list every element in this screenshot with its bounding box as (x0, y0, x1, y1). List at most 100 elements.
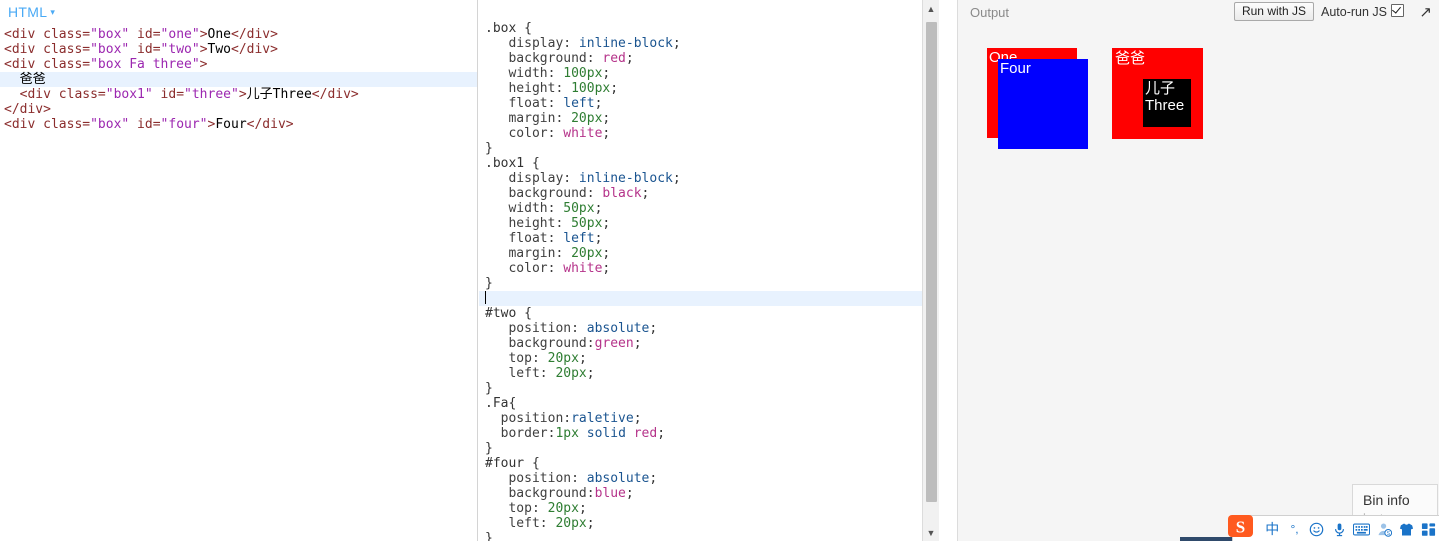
ime-item-voice-input[interactable] (1328, 517, 1350, 541)
ime-item-emoji-picker[interactable] (1306, 517, 1328, 541)
code-token: ; (594, 96, 603, 111)
code-token: id= (129, 42, 161, 57)
code-line[interactable]: border:1px solid red; (485, 426, 939, 441)
code-token: Two (207, 42, 231, 57)
code-token: border: (485, 426, 556, 441)
microphone-icon (1334, 523, 1344, 536)
ime-item-lang-toggle-chinese[interactable]: 中 (1261, 517, 1283, 541)
code-line[interactable]: top: 20px; (485, 351, 939, 366)
code-line[interactable]: float: left; (485, 96, 939, 111)
bin-info-title: Bin info (1363, 492, 1410, 508)
code-line[interactable]: } (485, 141, 939, 156)
code-line[interactable]: width: 50px; (485, 201, 939, 216)
scroll-down-arrow-icon[interactable]: ▼ (923, 524, 939, 541)
code-token: 儿子Three (246, 87, 312, 102)
auto-run-js-checkbox[interactable] (1391, 4, 1404, 17)
code-line[interactable]: #two { (485, 306, 939, 321)
svg-text:S: S (1236, 518, 1245, 537)
code-line[interactable]: position: absolute; (485, 321, 939, 336)
sogou-ime-toolbar[interactable]: 中 °, S (1232, 515, 1439, 541)
toolbox-grid-icon (1422, 522, 1436, 536)
code-token: 100px (571, 81, 611, 96)
code-line[interactable]: <div class="box" id="one">One</div> (4, 27, 477, 42)
code-token: "two" (160, 42, 200, 57)
code-line[interactable]: background: black; (485, 186, 939, 201)
code-token: width: (485, 201, 564, 216)
run-with-js-button[interactable]: Run with JS (1233, 2, 1314, 21)
code-line[interactable]: position:raletive; (485, 411, 939, 426)
rendered-box-four-label: Four (1000, 60, 1031, 77)
code-line[interactable]: </div> (4, 102, 477, 117)
rendered-box-three-label: 儿子Three (1145, 80, 1185, 114)
punctuation-icon: °, (1290, 522, 1299, 536)
ime-item-user-account[interactable]: S (1373, 517, 1395, 541)
code-line[interactable]: <div class="box1" id="three">儿子Three</di… (4, 87, 477, 102)
code-token: position: (485, 321, 587, 336)
ime-item-toolbox-menu[interactable] (1418, 517, 1439, 541)
code-token: ; (594, 231, 603, 246)
code-token: display: (485, 36, 579, 51)
output-panel: Output Run with JS Auto-run JS ↗ One Fou… (957, 0, 1439, 541)
code-token: ; (578, 501, 587, 516)
code-line[interactable]: left: 20px; (485, 516, 939, 531)
code-line[interactable]: 爸爸 (0, 72, 477, 87)
code-line[interactable]: margin: 20px; (485, 111, 939, 126)
code-token: "box" (90, 42, 130, 57)
code-line[interactable]: color: white; (485, 126, 939, 141)
code-token: inline-block (578, 36, 673, 51)
code-line[interactable]: position: absolute; (485, 471, 939, 486)
code-line[interactable]: background:blue; (485, 486, 939, 501)
code-token: <div class= (4, 27, 91, 42)
code-token: ; (633, 336, 642, 351)
code-token: "box Fa three" (90, 57, 200, 72)
code-line[interactable]: top: 20px; (485, 501, 939, 516)
code-line[interactable]: <div class="box Fa three"> (4, 57, 477, 72)
css-editor-panel[interactable]: .box { display: inline-block; background… (479, 0, 939, 541)
code-line[interactable]: width: 100px; (485, 66, 939, 81)
code-line[interactable]: } (485, 276, 939, 291)
code-line[interactable]: <div class="box" id="four">Four</div> (4, 117, 477, 132)
code-line[interactable]: margin: 20px; (485, 246, 939, 261)
code-line[interactable]: left: 20px; (485, 366, 939, 381)
code-line[interactable]: color: white; (485, 261, 939, 276)
html-editor-panel[interactable]: HTML ▾ <div class="box" id="one">One</div… (0, 0, 478, 541)
code-token: ; (672, 36, 681, 51)
ime-item-skin-theme[interactable] (1395, 517, 1417, 541)
code-line[interactable]: } (485, 531, 939, 541)
code-line[interactable]: background: red; (485, 51, 939, 66)
chevron-down-icon[interactable]: ▾ (50, 7, 55, 17)
code-line[interactable]: } (485, 381, 939, 396)
code-line[interactable]: height: 100px; (485, 81, 939, 96)
code-line[interactable]: } (485, 441, 939, 456)
html-code-area[interactable]: <div class="box" id="one">One</div> <div … (0, 27, 477, 132)
code-token: </div> (246, 117, 294, 132)
code-token: ; (649, 471, 658, 486)
auto-run-js-toggle[interactable]: Auto-run JS (1321, 4, 1404, 19)
code-token: ; (602, 216, 611, 231)
css-scrollbar[interactable]: ▲ ▼ (922, 0, 939, 541)
scroll-up-arrow-icon[interactable]: ▲ (923, 0, 939, 17)
css-code-area[interactable]: .box { display: inline-block; background… (479, 21, 939, 541)
code-token: solid (586, 426, 634, 441)
code-line[interactable]: display: inline-block; (485, 171, 939, 186)
html-panel-label[interactable]: HTML ▾ (8, 4, 55, 20)
code-line[interactable] (479, 291, 939, 306)
code-line[interactable]: .Fa{ (485, 396, 939, 411)
code-line[interactable]: background:green; (485, 336, 939, 351)
code-line[interactable]: .box1 { (485, 156, 939, 171)
scrollbar-thumb[interactable] (926, 22, 937, 502)
ime-item-punctuation-toggle[interactable]: °, (1283, 517, 1305, 541)
code-token: </div> (311, 87, 359, 102)
open-in-new-window-icon[interactable]: ↗ (1419, 3, 1432, 21)
code-line[interactable]: <div class="box" id="two">Two</div> (4, 42, 477, 57)
code-line[interactable]: float: left; (485, 231, 939, 246)
code-token: > (238, 87, 247, 102)
code-line[interactable]: height: 50px; (485, 216, 939, 231)
code-line[interactable]: display: inline-block; (485, 36, 939, 51)
sogou-logo-icon[interactable]: S (1226, 512, 1256, 540)
code-line[interactable]: .box { (485, 21, 939, 36)
code-token: color: (485, 126, 564, 141)
ime-item-soft-keyboard[interactable] (1351, 517, 1373, 541)
code-token: absolute (586, 321, 650, 336)
code-line[interactable]: #four { (485, 456, 939, 471)
